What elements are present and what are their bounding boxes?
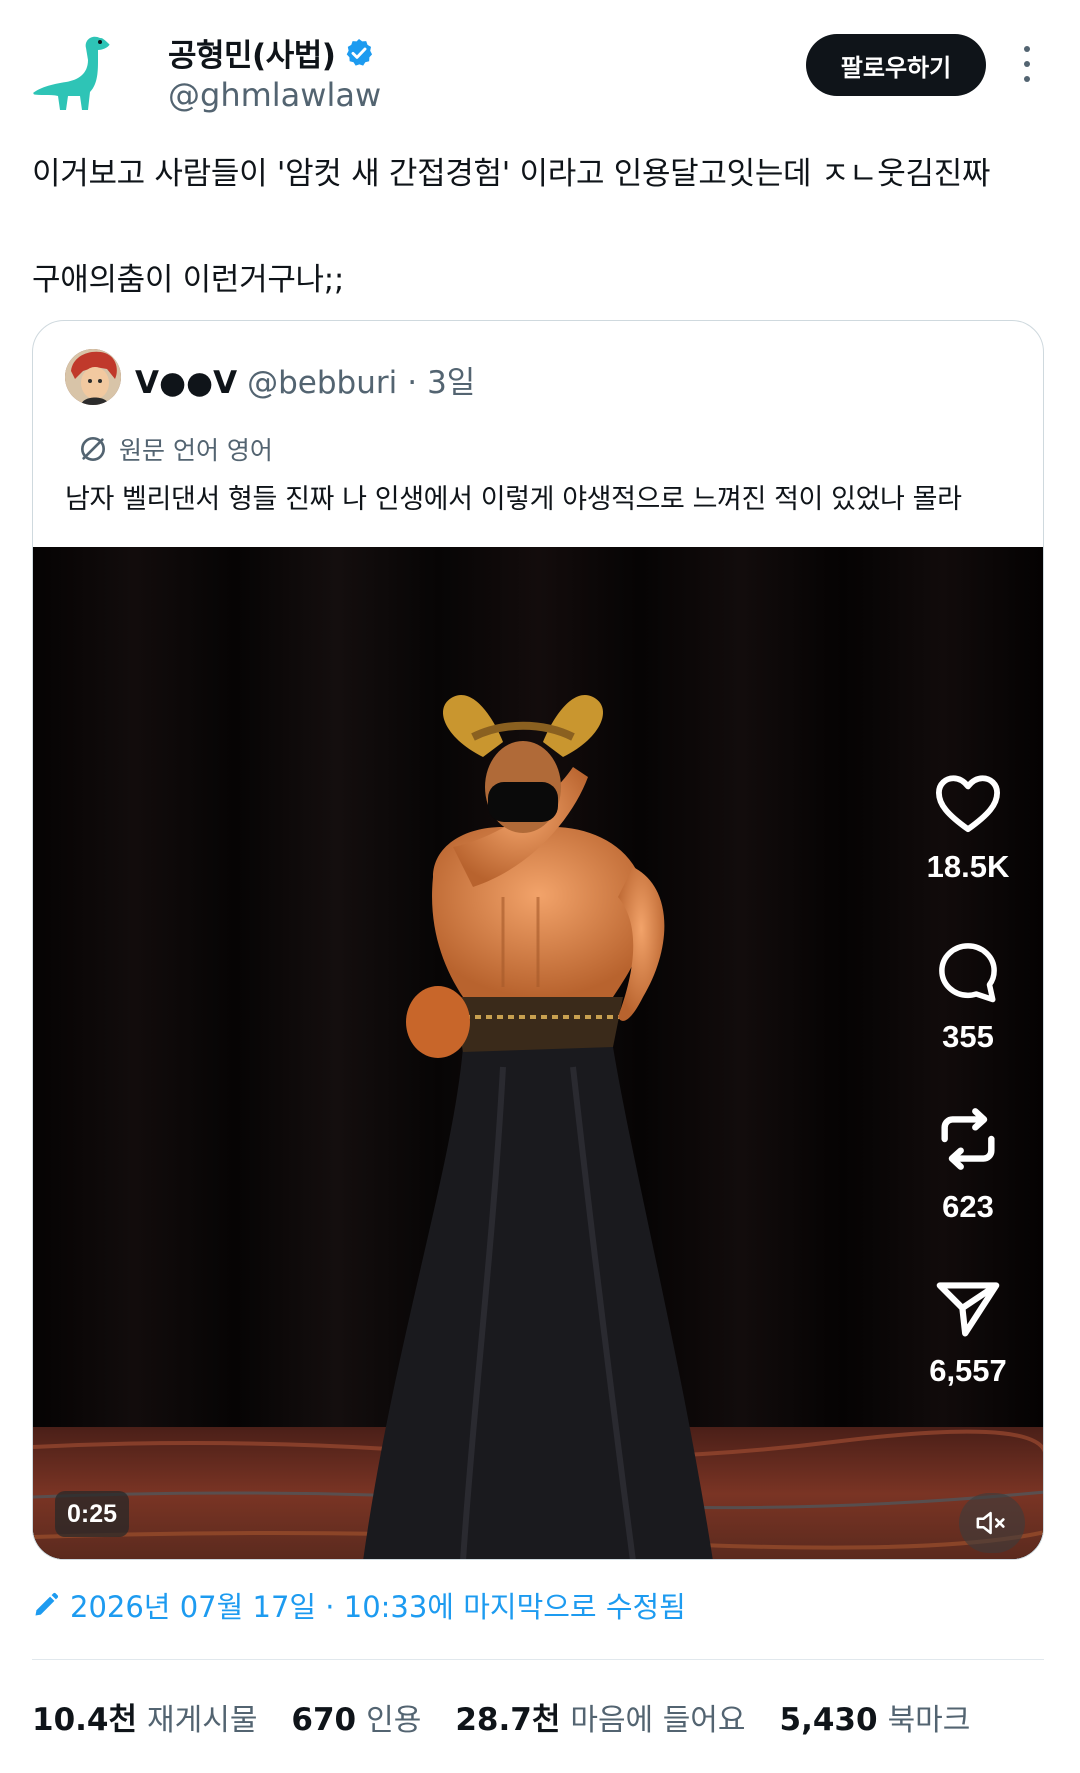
display-name-text: 공형민(사법) xyxy=(168,38,336,74)
embedded-video[interactable]: 18.5K 355 623 6,557 0:25 xyxy=(33,547,1043,1559)
video-repost-action[interactable]: 623 xyxy=(913,1103,1023,1225)
stat-value: 670 xyxy=(291,1702,357,1738)
stat-quotes[interactable]: 670 인용 xyxy=(291,1695,421,1739)
stat-value: 5,430 xyxy=(779,1702,878,1738)
pencil-icon xyxy=(35,1592,59,1616)
share-count: 6,557 xyxy=(929,1353,1007,1388)
share-icon xyxy=(936,1282,1000,1337)
more-options-icon[interactable] xyxy=(1012,44,1042,84)
quoted-author-avatar[interactable] xyxy=(65,349,121,405)
stat-likes[interactable]: 28.7천 마음에 들어요 xyxy=(455,1694,745,1739)
quoted-author-name[interactable]: V●●V xyxy=(135,365,237,401)
anime-avatar-image xyxy=(65,349,121,405)
stat-label: 마음에 들어요 xyxy=(570,1703,746,1738)
video-like-action[interactable]: 18.5K xyxy=(913,771,1023,885)
stat-reposts[interactable]: 10.4천 재게시물 xyxy=(32,1694,257,1739)
stat-label: 북마크 xyxy=(887,1703,971,1738)
edit-timestamp: 2026년 07월 17일 · 10:33에 마지막으로 수정됨 xyxy=(70,1590,686,1624)
muted-speaker-icon xyxy=(976,1511,1005,1535)
stat-value: 10.4천 xyxy=(32,1702,138,1738)
quoted-author-handle[interactable]: @bebburi xyxy=(247,365,397,401)
repost-icon xyxy=(941,1108,995,1170)
translation-label: 원문 언어 영어 xyxy=(119,436,273,465)
tweet-text-line: 이거보고 사람들이 '암컷 새 간접경험' 이라고 인용달고잇는데 ㅈㄴ웃김진짜 xyxy=(32,156,991,192)
author-handle[interactable]: @ghmlawlaw xyxy=(168,76,381,114)
comment-count: 355 xyxy=(942,1019,994,1054)
translate-icon xyxy=(81,437,105,461)
edit-history-link[interactable]: 2026년 07월 17일 · 10:33에 마지막으로 수정됨 xyxy=(32,1584,686,1626)
repost-count: 623 xyxy=(942,1189,994,1224)
mute-button[interactable] xyxy=(959,1493,1025,1553)
follow-button[interactable]: 팔로우하기 xyxy=(806,34,986,96)
author-avatar[interactable] xyxy=(30,30,122,122)
video-timestamp: 0:25 xyxy=(55,1491,130,1537)
engagement-stats: 10.4천 재게시물 670 인용 28.7천 마음에 들어요 5,430 북마… xyxy=(32,1694,1004,1739)
dinosaur-avatar-image xyxy=(30,30,122,122)
tweet-text-line: 구애의춤이 이런거구나;; xyxy=(32,262,345,298)
quoted-time[interactable]: 3일 xyxy=(427,357,475,402)
like-count: 18.5K xyxy=(926,849,1010,884)
heart-icon xyxy=(936,775,1000,833)
stat-value: 28.7천 xyxy=(455,1702,561,1738)
verified-badge-icon xyxy=(347,38,373,66)
stat-bookmarks[interactable]: 5,430 북마크 xyxy=(780,1695,971,1739)
stat-label: 인용 xyxy=(366,1703,422,1738)
author-display-name[interactable]: 공형민(사법) xyxy=(168,30,375,75)
quoted-tweet-text: 남자 벨리댄서 형들 진짜 나 인생에서 이렇게 야생적으로 느껴진 적이 있었… xyxy=(65,484,962,515)
separator-dot: · xyxy=(407,365,418,401)
video-comment-action[interactable]: 355 xyxy=(913,939,1023,1055)
more-dot xyxy=(1024,46,1030,52)
divider xyxy=(32,1659,1044,1660)
quoted-tweet-card[interactable]: V●●V @bebburi · 3일 원문 언어 영어 남자 벨리댄서 형들 진… xyxy=(32,320,1044,1560)
video-frame-image xyxy=(33,547,1043,1559)
tweet-detail-page: 공형민(사법) @ghmlawlaw 팔로우하기 이거보고 사람들이 '암컷 새… xyxy=(0,0,1080,1773)
quoted-tweet-header: V●●V @bebburi · 3일 xyxy=(135,357,475,402)
more-dot xyxy=(1024,76,1030,82)
translation-notice[interactable]: 원문 언어 영어 xyxy=(77,431,273,467)
more-dot xyxy=(1024,61,1030,67)
comment-icon xyxy=(939,943,997,1003)
video-share-action[interactable]: 6,557 xyxy=(913,1277,1023,1389)
stat-label: 재게시물 xyxy=(147,1703,258,1738)
